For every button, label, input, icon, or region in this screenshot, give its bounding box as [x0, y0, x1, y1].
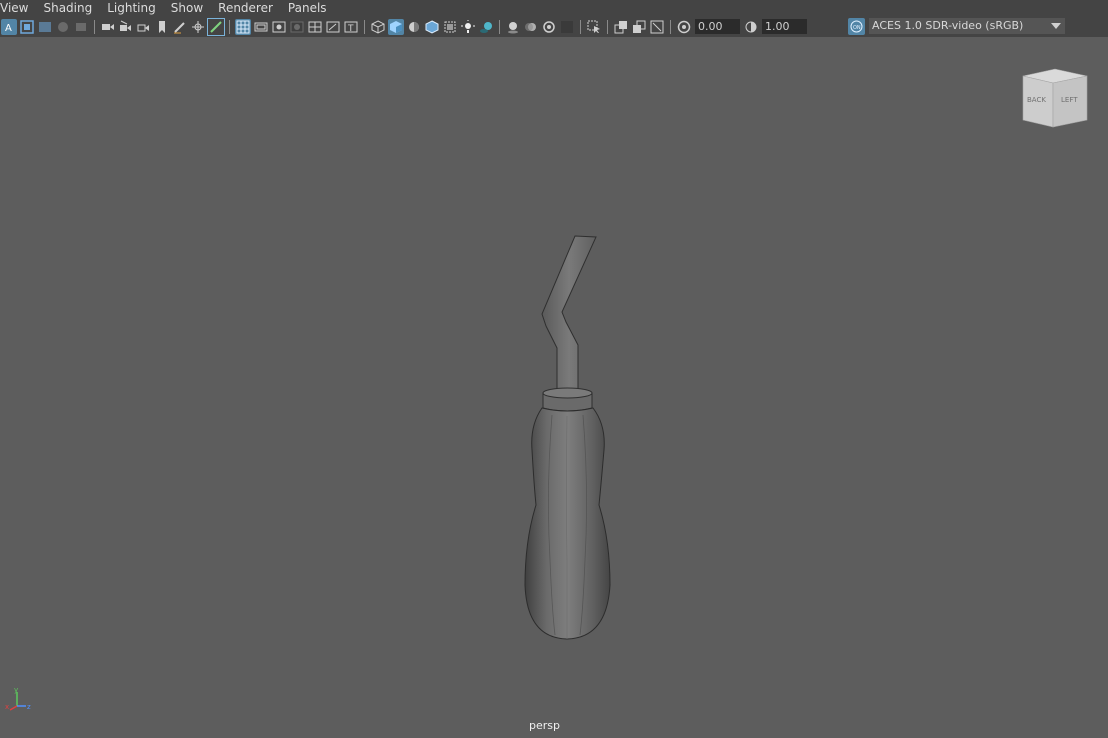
xray-icon[interactable] — [442, 19, 458, 35]
camera-attributes-icon[interactable] — [19, 19, 35, 35]
screen-space-ao-icon[interactable] — [505, 19, 521, 35]
axis-x-line — [9, 705, 18, 711]
toolbar-separator — [499, 19, 500, 34]
scraper-blade — [541, 235, 597, 391]
color-space-select[interactable]: ACES 1.0 SDR-video (sRGB) — [869, 18, 1065, 34]
view-transform-icon[interactable]: ON — [848, 18, 865, 35]
wireframe-icon[interactable] — [370, 19, 386, 35]
pan-zoom-icon[interactable] — [190, 19, 206, 35]
gamma-field[interactable]: 1.00 — [762, 19, 807, 34]
gate-mask-icon[interactable] — [289, 19, 305, 35]
camera-name-label: persp — [529, 719, 560, 732]
safe-action-icon[interactable] — [325, 19, 341, 35]
use-all-lights-icon[interactable] — [460, 19, 476, 35]
ferrule-top — [542, 387, 593, 399]
exposure-field[interactable]: 0.00 — [695, 19, 740, 34]
toolbar-separator — [580, 19, 581, 34]
select-camera-icon[interactable]: A — [1, 18, 17, 35]
camera-aim-up-icon[interactable] — [136, 19, 152, 35]
color-space-value: ACES 1.0 SDR-video (sRGB) — [872, 19, 1024, 32]
menu-view[interactable]: View — [0, 0, 35, 16]
svg-text:ON: ON — [853, 25, 861, 31]
toolbar-separator — [364, 19, 365, 34]
toolbar-separator — [94, 19, 95, 34]
xray-active-components-icon[interactable] — [631, 19, 647, 35]
motion-blur-icon[interactable] — [523, 19, 539, 35]
toolbar-separator — [229, 19, 230, 34]
use-default-material-icon[interactable] — [406, 19, 422, 35]
exposure-icon[interactable] — [676, 19, 692, 35]
gamma-icon[interactable] — [743, 19, 759, 35]
bookmarks-icon[interactable] — [37, 19, 53, 35]
field-chart-icon[interactable] — [307, 19, 323, 35]
axis-x-label: x — [5, 703, 9, 711]
axis-z-label: z — [27, 703, 31, 711]
chevron-down-icon — [1049, 20, 1063, 32]
xray-joints-icon[interactable] — [613, 19, 629, 35]
axis-indicator: y x z — [5, 686, 31, 711]
viewcube-back-label: BACK — [1027, 96, 1046, 104]
camera-aim-icon[interactable] — [118, 19, 134, 35]
menu-shading[interactable]: Shading — [43, 0, 99, 16]
film-gate-icon[interactable] — [253, 19, 269, 35]
menu-panels[interactable]: Panels — [288, 0, 334, 16]
depth-of-field-icon[interactable] — [559, 19, 575, 35]
grid-icon[interactable] — [235, 18, 251, 35]
panel-menubar: View Shading Lighting Show Renderer Pane… — [0, 0, 1108, 16]
safe-title-icon[interactable]: T — [343, 19, 359, 35]
svg-text:T: T — [347, 24, 354, 34]
toolbar-separator — [670, 19, 671, 34]
svg-text:A: A — [5, 23, 12, 34]
sketch-icon[interactable] — [207, 17, 225, 36]
scraper-tool-model[interactable] — [500, 230, 640, 650]
scraper-handle — [524, 407, 611, 640]
shadows-icon[interactable] — [478, 19, 494, 35]
menu-renderer[interactable]: Renderer — [218, 0, 280, 16]
menu-show[interactable]: Show — [171, 0, 210, 16]
toolbar-separator — [607, 19, 608, 34]
viewcube-left-label: LEFT — [1061, 96, 1078, 104]
viewcube[interactable]: BACK LEFT — [1020, 68, 1090, 132]
axis-y-label: y — [14, 686, 18, 694]
two-d-pan-icon[interactable] — [73, 19, 89, 35]
isolate-select-icon[interactable] — [586, 19, 602, 35]
bookmark-icon[interactable] — [154, 19, 170, 35]
image-plane-icon[interactable] — [55, 19, 71, 35]
menu-lighting[interactable]: Lighting — [107, 0, 163, 16]
camera-icon[interactable] — [100, 19, 116, 35]
grease-pencil-icon[interactable] — [172, 19, 188, 35]
smooth-shade-icon[interactable] — [388, 18, 404, 35]
resize-viewport-icon[interactable] — [649, 19, 665, 35]
multisample-aa-icon[interactable] — [541, 19, 557, 35]
resolution-gate-icon[interactable] — [271, 19, 287, 35]
wireframe-on-shaded-icon[interactable] — [424, 19, 440, 35]
